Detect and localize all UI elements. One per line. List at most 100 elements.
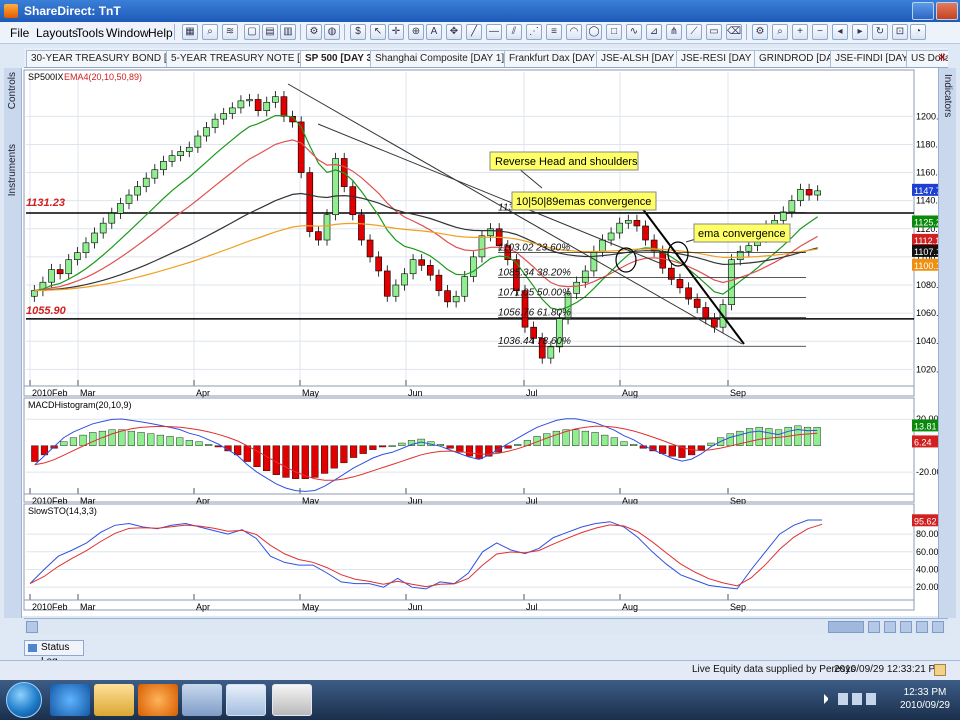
arrow-left-icon[interactable]: ◂	[832, 24, 848, 40]
grid-icon[interactable]: ▦	[182, 24, 198, 40]
tab-sp-500[interactable]: SP 500 [DAY 3]	[300, 50, 381, 67]
scroll-thumb[interactable]	[828, 621, 864, 633]
candle	[332, 158, 339, 216]
chart-nav-button[interactable]	[900, 621, 912, 633]
callout-tool-icon[interactable]: ▭	[706, 24, 722, 40]
chart-nav-button[interactable]	[932, 621, 944, 633]
candle	[401, 273, 408, 286]
support-low-label: 1055.90	[26, 305, 67, 317]
regression-tool-icon[interactable]: ⟋	[686, 24, 702, 40]
pan-icon[interactable]: ✥	[446, 24, 462, 40]
menu-layouts[interactable]: Layouts	[36, 26, 78, 40]
main-y-tick-label: 1060.0	[916, 308, 938, 318]
line-tool-icon[interactable]: ╱	[466, 24, 482, 40]
system-clock[interactable]: 12:33 PM 2010/09/29	[900, 686, 950, 712]
scroll-left-button[interactable]	[26, 621, 38, 633]
table-icon[interactable]: ▥	[280, 24, 296, 40]
close-tab-icon[interactable]: ✕	[936, 52, 948, 64]
minimize-button[interactable]	[912, 2, 934, 20]
pitchfork-tool-icon[interactable]: ⋔	[666, 24, 682, 40]
crosshair-icon[interactable]: ✛	[388, 24, 404, 40]
internet-explorer-icon[interactable]	[50, 684, 90, 716]
chart-area[interactable]: 1131.58 0.00%1103.02 23.60%1085.34 38.20…	[22, 68, 938, 616]
flag-icon[interactable]	[838, 693, 848, 705]
cursor-icon[interactable]: ↖	[370, 24, 386, 40]
chart-horizontal-scrollbar[interactable]	[24, 618, 948, 634]
candle	[194, 135, 202, 148]
tab-frankfurt-dax[interactable]: Frankfurt Dax [DAY 1]	[504, 50, 611, 67]
menu-help[interactable]: Help	[148, 26, 173, 40]
os-taskbar: 12:33 PM 2010/09/29	[0, 680, 960, 720]
zoom-out-icon[interactable]: −	[812, 24, 828, 40]
hline-tool-icon[interactable]: —	[486, 24, 502, 40]
callout-ema-convergence-10-50-89[interactable]: 10|50|89emas convergence	[511, 191, 657, 211]
rect-tool-icon[interactable]: □	[606, 24, 622, 40]
sto-panel[interactable]: 80.00 60.00 40.00 20.00 2010Feb Mar Apr May Jun…	[23, 503, 938, 612]
main-price-panel[interactable]: 1131.58 0.00%1103.02 23.60%1085.34 38.20…	[23, 69, 938, 398]
sto-badges: 95.62	[912, 514, 938, 527]
globe-icon[interactable]: ◍	[324, 24, 340, 40]
ellipse-tool-icon[interactable]: ◯	[586, 24, 602, 40]
menu-window[interactable]: Window	[106, 26, 149, 40]
gear-icon[interactable]: ⚙	[306, 24, 322, 40]
macd-bar	[311, 445, 319, 478]
macd-bar	[292, 445, 300, 479]
zoom-icon[interactable]: ⊕	[408, 24, 424, 40]
zoom-in-icon[interactable]: +	[792, 24, 808, 40]
dollar-icon[interactable]: $	[350, 24, 366, 40]
indicators-panel-tab[interactable]: Indicators	[942, 74, 953, 117]
callout-reverse-head-and-shoulders[interactable]: Reverse Head and shoulders	[489, 151, 639, 171]
macd-panel[interactable]: 20.00-20.00 2010FebMarAprMayJunJulAugSep…	[23, 397, 938, 506]
chart-tab-strip: 30-YEAR TREASURY BOND [DAY 1] 5-YEAR TRE…	[24, 48, 948, 68]
tools-icon[interactable]	[182, 684, 222, 716]
candle	[211, 118, 219, 128]
search-icon[interactable]: ⌕	[202, 24, 218, 40]
chart-nav-button[interactable]	[884, 621, 896, 633]
network-icon[interactable]	[852, 693, 862, 705]
macd-bar	[504, 445, 512, 449]
tnt-app-icon[interactable]	[272, 684, 312, 716]
candle	[607, 232, 615, 241]
tab-shanghai-composite[interactable]: Shanghai Composite [DAY 1]	[370, 50, 510, 67]
instruments-panel-tab[interactable]: Instruments	[7, 144, 18, 196]
volume-icon[interactable]	[866, 693, 876, 705]
callout-ema-convergence[interactable]: ema convergence	[693, 223, 791, 243]
gann-tool-icon[interactable]: ⊿	[646, 24, 662, 40]
menu-file[interactable]: File	[10, 26, 29, 40]
lock-icon[interactable]: ⊡	[892, 24, 908, 40]
channel-tool-icon[interactable]: ⫽	[506, 24, 522, 40]
status-log-tab[interactable]: Status Log	[24, 640, 84, 667]
text-icon[interactable]: A	[426, 24, 442, 40]
candle	[185, 146, 193, 152]
chart-nav-button[interactable]	[916, 621, 928, 633]
menu-tools[interactable]: Tools	[76, 26, 104, 40]
eraser-icon[interactable]: ⌫	[726, 24, 742, 40]
callout-text: 10|50|89emas convergence	[516, 196, 651, 208]
document-icon[interactable]	[226, 684, 266, 716]
controls-panel-tab[interactable]: Controls	[7, 72, 18, 109]
start-button-icon[interactable]	[6, 682, 42, 718]
window-icon[interactable]: ▢	[244, 24, 260, 40]
close-button[interactable]	[936, 2, 958, 20]
macd-bar	[572, 429, 580, 446]
refresh-icon[interactable]: ↻	[872, 24, 888, 40]
toolbar-separator	[174, 24, 175, 40]
fib-tool-icon[interactable]: ≡	[546, 24, 562, 40]
settings-icon[interactable]: ⚙	[752, 24, 768, 40]
magnifier-icon[interactable]: ⌕	[772, 24, 788, 40]
main-x-tick-label: Sep	[730, 388, 746, 398]
macd-bar	[465, 445, 474, 457]
file-explorer-icon[interactable]	[94, 684, 134, 716]
tile-icon[interactable]: ▤	[262, 24, 278, 40]
media-player-icon[interactable]	[138, 684, 178, 716]
chart-icon[interactable]: ≋	[222, 24, 238, 40]
tray-expand-icon[interactable]	[824, 694, 834, 704]
arc-tool-icon[interactable]: ◠	[566, 24, 582, 40]
scroll-right-button[interactable]	[868, 621, 880, 633]
macd-bar	[243, 445, 251, 462]
cycle-tool-icon[interactable]: ∿	[626, 24, 642, 40]
timer-icon[interactable]: ◔	[910, 24, 926, 40]
fan-tool-icon[interactable]: ⋰	[526, 24, 542, 40]
arrow-right-icon[interactable]: ▸	[852, 24, 868, 40]
notes-icon[interactable]	[934, 664, 946, 676]
